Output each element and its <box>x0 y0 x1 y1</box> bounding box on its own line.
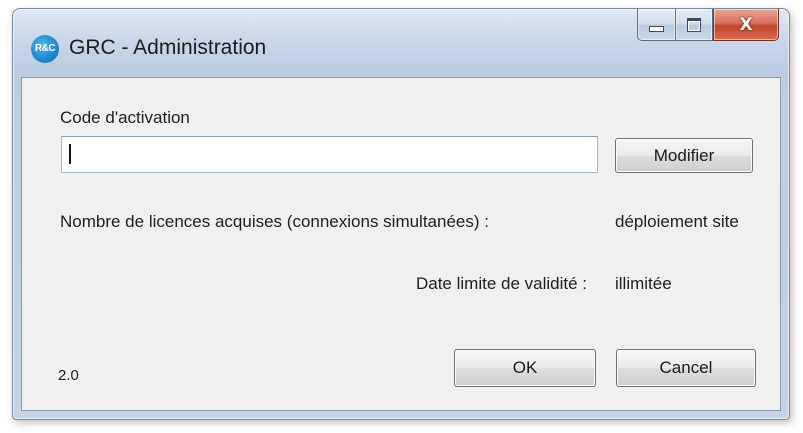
dialog-content: Code d'activation Modifier Nombre de lic… <box>21 77 781 411</box>
maximize-icon <box>687 17 701 32</box>
caption-buttons: X <box>637 9 779 41</box>
ok-button[interactable]: OK <box>454 349 596 387</box>
dialog-window: R&C GRC - Administration X Code d'activa… <box>12 8 790 420</box>
validity-date-value: illimitée <box>615 274 672 293</box>
title-bar[interactable]: R&C GRC - Administration X <box>13 9 789 77</box>
modify-button[interactable]: Modifier <box>615 138 753 173</box>
close-button[interactable]: X <box>713 9 779 41</box>
window-title: GRC - Administration <box>69 36 267 59</box>
rc-logo-icon: R&C <box>31 35 59 63</box>
close-icon: X <box>739 14 753 35</box>
licenses-value: déploiement site <box>615 212 739 231</box>
activation-code-label: Code d'activation <box>60 108 190 127</box>
cancel-button[interactable]: Cancel <box>616 349 756 387</box>
licenses-label: Nombre de licences acquises (connexions … <box>60 212 489 231</box>
version-label: 2.0 <box>58 367 79 384</box>
maximize-button[interactable] <box>675 9 713 41</box>
minimize-button[interactable] <box>637 9 675 41</box>
minimize-icon <box>649 26 664 32</box>
text-caret <box>69 144 71 164</box>
activation-code-input[interactable] <box>61 136 598 173</box>
validity-date-label: Date limite de validité : <box>415 274 587 293</box>
